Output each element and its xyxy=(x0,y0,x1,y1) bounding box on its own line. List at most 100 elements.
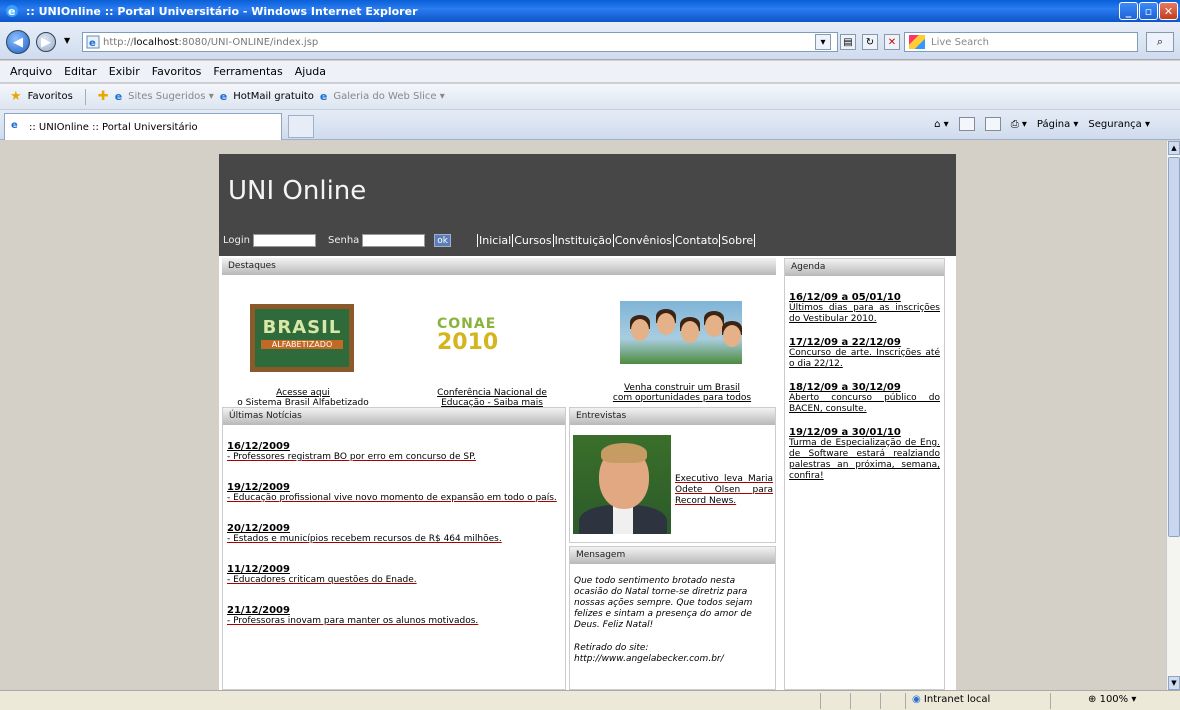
mensagem-source-label: Retirado do site: xyxy=(574,643,649,653)
destaque-brasil-caption[interactable]: Acesse aqui o Sistema Brasil Alfabetizad… xyxy=(222,388,384,408)
agenda-text[interactable]: Aberto concurso público do BACEN, consul… xyxy=(789,393,940,415)
news-date: 11/12/2009 xyxy=(227,564,290,575)
scroll-down-icon[interactable]: ▼ xyxy=(1168,676,1180,690)
add-favorite-icon[interactable]: ✚ xyxy=(98,89,109,104)
print-icon[interactable]: ⎙ ▾ xyxy=(1011,119,1027,130)
mensagem-text: Que todo sentimento brotado nesta ocasiã… xyxy=(574,576,753,630)
favorites-star-icon[interactable]: ★ xyxy=(10,89,22,104)
news-item[interactable]: 19/12/2009 - Educação profissional vive … xyxy=(227,482,561,503)
password-input[interactable] xyxy=(362,234,426,247)
agenda-text[interactable]: Últimos dias para as inscrições do Vesti… xyxy=(789,303,940,325)
destaque-brasil-link[interactable]: Acesse aqui xyxy=(222,388,384,398)
login-label: Login xyxy=(223,235,250,246)
brasil-alfabetizado-banner[interactable]: BRASIL ALFABETIZADO xyxy=(250,304,354,372)
new-tab-button[interactable] xyxy=(288,115,314,138)
students-photo[interactable] xyxy=(620,301,742,364)
nav-sobre[interactable]: Sobre xyxy=(719,234,756,247)
address-dropdown-icon[interactable]: ▾ xyxy=(815,34,831,50)
minimize-button[interactable]: _ xyxy=(1119,2,1138,20)
page-menu[interactable]: Página ▾ xyxy=(1037,119,1079,130)
nav-contato[interactable]: Contato xyxy=(672,234,719,247)
destaque-conae-line1[interactable]: Conferência Nacional de xyxy=(407,388,577,398)
svg-text:e: e xyxy=(8,5,15,18)
ie-page-icon: e xyxy=(219,90,228,103)
live-search-icon xyxy=(909,35,925,49)
agenda-text[interactable]: Turma de Especialização de Eng. de Softw… xyxy=(789,438,940,482)
stop-icon[interactable]: ✕ xyxy=(884,34,900,50)
news-link[interactable]: - Professores registram BO por erro em c… xyxy=(227,452,561,462)
nav-inicial[interactable]: Inicial xyxy=(477,234,512,247)
fav-web-slice[interactable]: Galeria do Web Slice ▾ xyxy=(333,91,444,102)
ie-page-icon: e xyxy=(319,90,328,103)
nav-convenios[interactable]: Convênios xyxy=(612,234,673,247)
interview-photo[interactable] xyxy=(573,435,671,534)
news-date: 20/12/2009 xyxy=(227,523,290,534)
close-button[interactable]: ✕ xyxy=(1159,2,1178,20)
address-input[interactable]: e http://localhost:8080/UNI-ONLINE/index… xyxy=(82,32,838,52)
destaque-oport-line1[interactable]: Venha construir um Brasil xyxy=(596,383,768,393)
news-item[interactable]: 16/12/2009 - Professores registram BO po… xyxy=(227,441,561,462)
destaque-oport-line2[interactable]: com oportunidades para todos xyxy=(596,393,768,403)
destaque-oportunidades-caption[interactable]: Venha construir um Brasil com oportunida… xyxy=(596,383,768,403)
refresh-icon[interactable]: ↻ xyxy=(862,34,878,50)
window-titlebar: e :: UNIOnline :: Portal Universitário -… xyxy=(0,0,1180,22)
security-zone[interactable]: ◉ Intranet local xyxy=(912,694,990,705)
history-dropdown-icon[interactable]: ▼ xyxy=(64,36,70,45)
tab-uni-online[interactable]: e :: UNIOnline :: Portal Universitário xyxy=(4,113,282,140)
search-button[interactable]: ⌕ xyxy=(1146,32,1174,52)
back-button[interactable]: ◀ xyxy=(6,30,30,54)
zoom-control[interactable]: ⊕ 100% ▾ xyxy=(1088,694,1136,705)
fav-hotmail[interactable]: HotMail gratuito xyxy=(233,91,314,102)
security-menu[interactable]: Segurança ▾ xyxy=(1088,119,1150,130)
scroll-up-icon[interactable]: ▲ xyxy=(1168,141,1180,155)
news-link[interactable]: - Educadores criticam questões do Enade. xyxy=(227,575,561,585)
agenda-text[interactable]: Concurso de arte. Inscrições até o dia 2… xyxy=(789,348,940,370)
agenda-entry[interactable]: 16/12/09 a 05/01/10 Últimos dias para as… xyxy=(789,292,940,325)
conae-logo-year: 2010 xyxy=(437,330,499,355)
menu-editar[interactable]: Editar xyxy=(64,65,97,78)
login-ok-button[interactable]: ok xyxy=(434,234,452,247)
ie-logo-icon: e xyxy=(6,5,18,18)
news-link[interactable]: - Estados e municípios recebem recursos … xyxy=(227,534,561,544)
news-item[interactable]: 11/12/2009 - Educadores criticam questõe… xyxy=(227,564,561,585)
news-link[interactable]: - Professoras inovam para manter os alun… xyxy=(227,616,561,626)
menu-ferramentas[interactable]: Ferramentas xyxy=(213,65,282,78)
url-host: localhost xyxy=(133,36,179,48)
destaques-header: Destaques xyxy=(222,258,776,275)
site-header: UNI Online Login Senha ok Inicial Cursos… xyxy=(219,154,956,256)
url-prefix: http:// xyxy=(103,36,134,48)
menu-ajuda[interactable]: Ajuda xyxy=(295,65,326,78)
nav-instituicao[interactable]: Instituição xyxy=(552,234,613,247)
search-input[interactable]: Live Search xyxy=(904,32,1138,52)
news-link[interactable]: - Educação profissional vive novo moment… xyxy=(227,493,561,503)
feeds-icon[interactable] xyxy=(958,117,975,131)
agenda-entry[interactable]: 19/12/09 a 30/01/10 Turma de Especializa… xyxy=(789,427,940,482)
window-title: :: UNIOnline :: Portal Universitário - W… xyxy=(26,4,418,18)
menu-arquivo[interactable]: Arquivo xyxy=(10,65,52,78)
mail-icon[interactable] xyxy=(984,117,1001,131)
news-item[interactable]: 20/12/2009 - Estados e municípios recebe… xyxy=(227,523,561,544)
agenda-entry[interactable]: 18/12/09 a 30/12/09 Aberto concurso públ… xyxy=(789,382,940,415)
noticias-header: Últimas Notícias xyxy=(223,408,565,425)
login-input[interactable] xyxy=(252,234,316,247)
ie-page-icon: e xyxy=(11,120,18,131)
menu-exibir[interactable]: Exibir xyxy=(109,65,140,78)
forward-button[interactable]: ▶ xyxy=(36,32,56,52)
zoom-icon: ⊕ xyxy=(1088,694,1097,705)
destaque-conae-caption[interactable]: Conferência Nacional de Educação - Saiba… xyxy=(407,388,577,408)
scroll-thumb[interactable] xyxy=(1168,157,1180,537)
maximize-button[interactable]: ▫ xyxy=(1139,2,1158,20)
agenda-panel: Agenda 16/12/09 a 05/01/10 Últimos dias … xyxy=(784,258,945,690)
interview-link[interactable]: Executivo leva Maria Odete Olsen para Re… xyxy=(675,474,773,507)
conae-logo[interactable]: CONAE 2010 xyxy=(437,316,537,364)
vertical-scrollbar[interactable]: ▲ ▼ xyxy=(1166,141,1180,690)
menu-favoritos[interactable]: Favoritos xyxy=(152,65,202,78)
nav-cursos[interactable]: Cursos xyxy=(512,234,552,247)
agenda-date: 16/12/09 a 05/01/10 xyxy=(789,292,901,303)
home-icon[interactable]: ⌂ ▾ xyxy=(934,119,949,130)
news-item[interactable]: 21/12/2009 - Professoras inovam para man… xyxy=(227,605,561,626)
compat-view-icon[interactable]: ▤ xyxy=(840,34,856,50)
agenda-entry[interactable]: 17/12/09 a 22/12/09 Concurso de arte. In… xyxy=(789,337,940,370)
fav-sites-sugeridos[interactable]: Sites Sugeridos ▾ xyxy=(128,91,214,102)
favorites-button[interactable]: Favoritos xyxy=(28,91,73,102)
